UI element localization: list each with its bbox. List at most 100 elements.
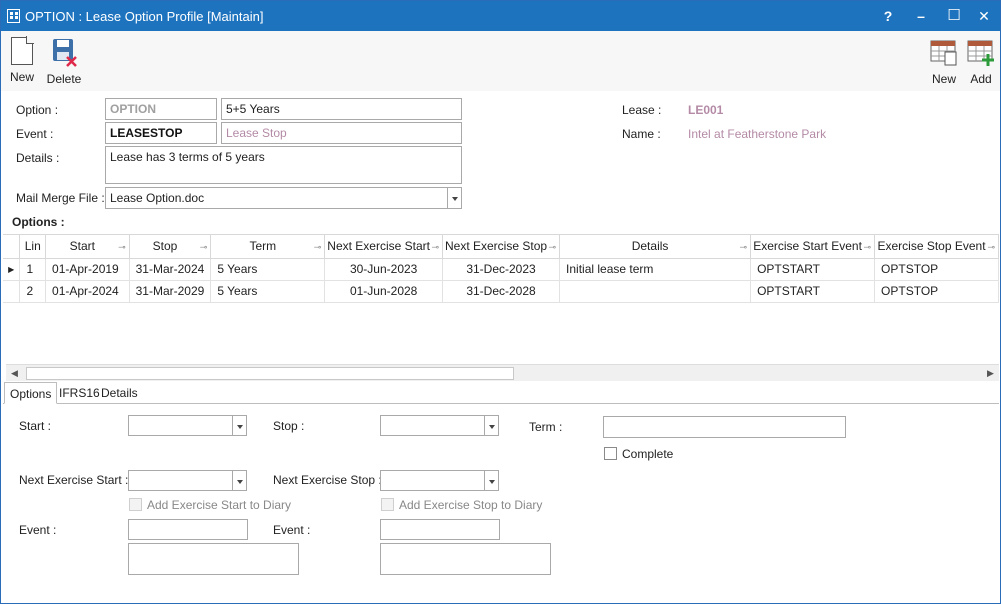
column-header-lin[interactable]: Lin [19,235,47,259]
start-date-picker[interactable] [128,415,247,436]
grid-new-button[interactable]: New [929,37,959,86]
next-exercise-stop-picker[interactable] [380,470,499,491]
pin-icon[interactable]: ⊸ [200,242,208,253]
cell-next-stop[interactable]: 31-Dec-2028 [442,280,561,303]
close-button[interactable]: ✕ [967,1,1001,31]
cell-details[interactable] [559,280,752,303]
mail-merge-value: Lease Option.doc [110,191,205,205]
grid-add-icon [967,40,994,66]
option-code-field[interactable]: OPTION [105,98,217,120]
column-header-next-exercise-stop[interactable]: Next Exercise Stop ⊸ [442,235,561,259]
exercise-start-event-field[interactable] [128,519,248,540]
term-field[interactable] [603,416,846,438]
pin-icon[interactable]: ⊸ [549,242,557,253]
cell-next-stop[interactable]: 31-Dec-2023 [442,258,561,281]
chevron-down-icon[interactable] [484,471,498,490]
exercise-start-event-description[interactable] [128,543,299,575]
cell-exercise-start-event[interactable]: OPTSTART [750,258,876,281]
details-label: Details : [16,151,60,165]
cell-stop[interactable]: 31-Mar-2024 [129,258,212,281]
exercise-stop-event-description[interactable] [380,543,551,575]
pin-icon[interactable]: ⊸ [314,242,322,253]
pin-icon[interactable]: ⊸ [118,242,126,253]
options-heading: Options : [12,215,65,229]
column-header-details[interactable]: Details ⊸ [559,235,752,259]
add-exercise-start-diary-label: Add Exercise Start to Diary [147,498,292,512]
delete-button[interactable]: Delete [46,37,82,86]
grid-new-icon [930,40,957,66]
mail-merge-select[interactable]: Lease Option.doc [105,187,462,209]
pin-icon[interactable]: ⊸ [987,242,995,253]
new-button[interactable]: New [9,36,35,84]
chevron-down-icon[interactable] [232,416,246,435]
lease-value: LE001 [688,103,724,117]
option-description-field[interactable]: 5+5 Years [221,98,462,120]
window-title: OPTION : Lease Option Profile [Maintain] [25,9,264,24]
new-document-icon [11,36,34,65]
stop-date-picker[interactable] [380,415,499,436]
add-exercise-stop-diary-checkbox[interactable] [381,498,394,511]
column-header-exercise-start-event[interactable]: Exercise Start Event ⊸ [750,235,876,259]
cell-next-start[interactable]: 01-Jun-2028 [324,280,443,303]
name-value: Intel at Featherstone Park [688,127,827,141]
minimize-button[interactable]: – [904,1,938,31]
column-header-next-exercise-start[interactable]: Next Exercise Start ⊸ [324,235,443,259]
grid-new-button-label: New [931,72,956,86]
cell-term[interactable]: 5 Years [210,280,326,303]
chevron-down-icon[interactable] [232,471,246,490]
column-header-stop[interactable]: Stop ⊸ [129,235,212,259]
chevron-down-icon[interactable] [447,188,461,208]
cell-exercise-stop-event[interactable]: OPTSTOP [874,258,999,281]
next-exercise-start-label: Next Exercise Start : [19,473,129,487]
row-selector-header [3,235,21,259]
cell-lin[interactable]: 2 [19,280,47,303]
column-header-term[interactable]: Term ⊸ [210,235,326,259]
cell-start[interactable]: 01-Apr-2024 [45,280,130,303]
scroll-right-icon[interactable]: ▶ [982,365,999,382]
current-row-arrow-icon: ▶ [3,258,21,281]
column-header-start[interactable]: Start ⊸ [45,235,130,259]
tab-details[interactable]: Details [96,382,143,404]
cell-details[interactable]: Initial lease term [559,258,752,281]
event-description-field[interactable]: Lease Stop [221,122,462,144]
add-exercise-start-diary-checkbox[interactable] [129,498,142,511]
maximize-button[interactable]: ☐ [937,1,971,31]
next-exercise-start-picker[interactable] [128,470,247,491]
event-code-field[interactable]: LEASESTOP [105,122,217,144]
details-field[interactable]: Lease has 3 terms of 5 years [105,146,462,184]
name-label: Name : [622,127,661,141]
mail-merge-label: Mail Merge File : [16,191,105,205]
table-row[interactable]: ▶ 1 01-Apr-2019 31-Mar-2024 5 Years 30-J… [3,258,999,281]
cell-exercise-stop-event[interactable]: OPTSTOP [874,280,999,303]
scrollbar-thumb[interactable] [26,367,514,380]
term-label: Term : [529,420,563,434]
building-icon [7,9,20,23]
exercise-stop-event-field[interactable] [380,519,500,540]
pin-icon[interactable]: ⊸ [740,242,748,253]
option-label: Option : [16,103,59,117]
exercise-start-event-label: Event : [19,523,57,537]
cell-term[interactable]: 5 Years [210,258,326,281]
table-row[interactable]: 2 01-Apr-2024 31-Mar-2029 5 Years 01-Jun… [3,280,999,303]
start-label: Start : [19,419,52,433]
complete-checkbox[interactable] [604,447,617,460]
lease-option-window: OPTION : Lease Option Profile [Maintain]… [0,0,1001,604]
grid-add-button[interactable]: Add [967,37,995,86]
cell-next-start[interactable]: 30-Jun-2023 [324,258,443,281]
column-header-exercise-stop-event[interactable]: Exercise Stop Event ⊸ [874,235,999,259]
horizontal-scrollbar[interactable]: ◀ ▶ [6,364,999,381]
cell-exercise-start-event[interactable]: OPTSTART [750,280,876,303]
next-exercise-stop-label: Next Exercise Stop : [273,473,382,487]
stop-label: Stop : [273,419,305,433]
detail-tabs: Options IFRS16 Details [3,382,999,404]
cell-lin[interactable]: 1 [19,258,47,281]
cell-stop[interactable]: 31-Mar-2029 [129,280,212,303]
pin-icon[interactable]: ⊸ [864,242,872,253]
pin-icon[interactable]: ⊸ [431,242,439,253]
help-button[interactable]: ? [871,1,905,31]
tab-options[interactable]: Options [4,382,58,404]
cell-start[interactable]: 01-Apr-2019 [45,258,130,281]
new-button-label: New [9,70,34,84]
scroll-left-icon[interactable]: ◀ [6,365,23,382]
chevron-down-icon[interactable] [484,416,498,435]
